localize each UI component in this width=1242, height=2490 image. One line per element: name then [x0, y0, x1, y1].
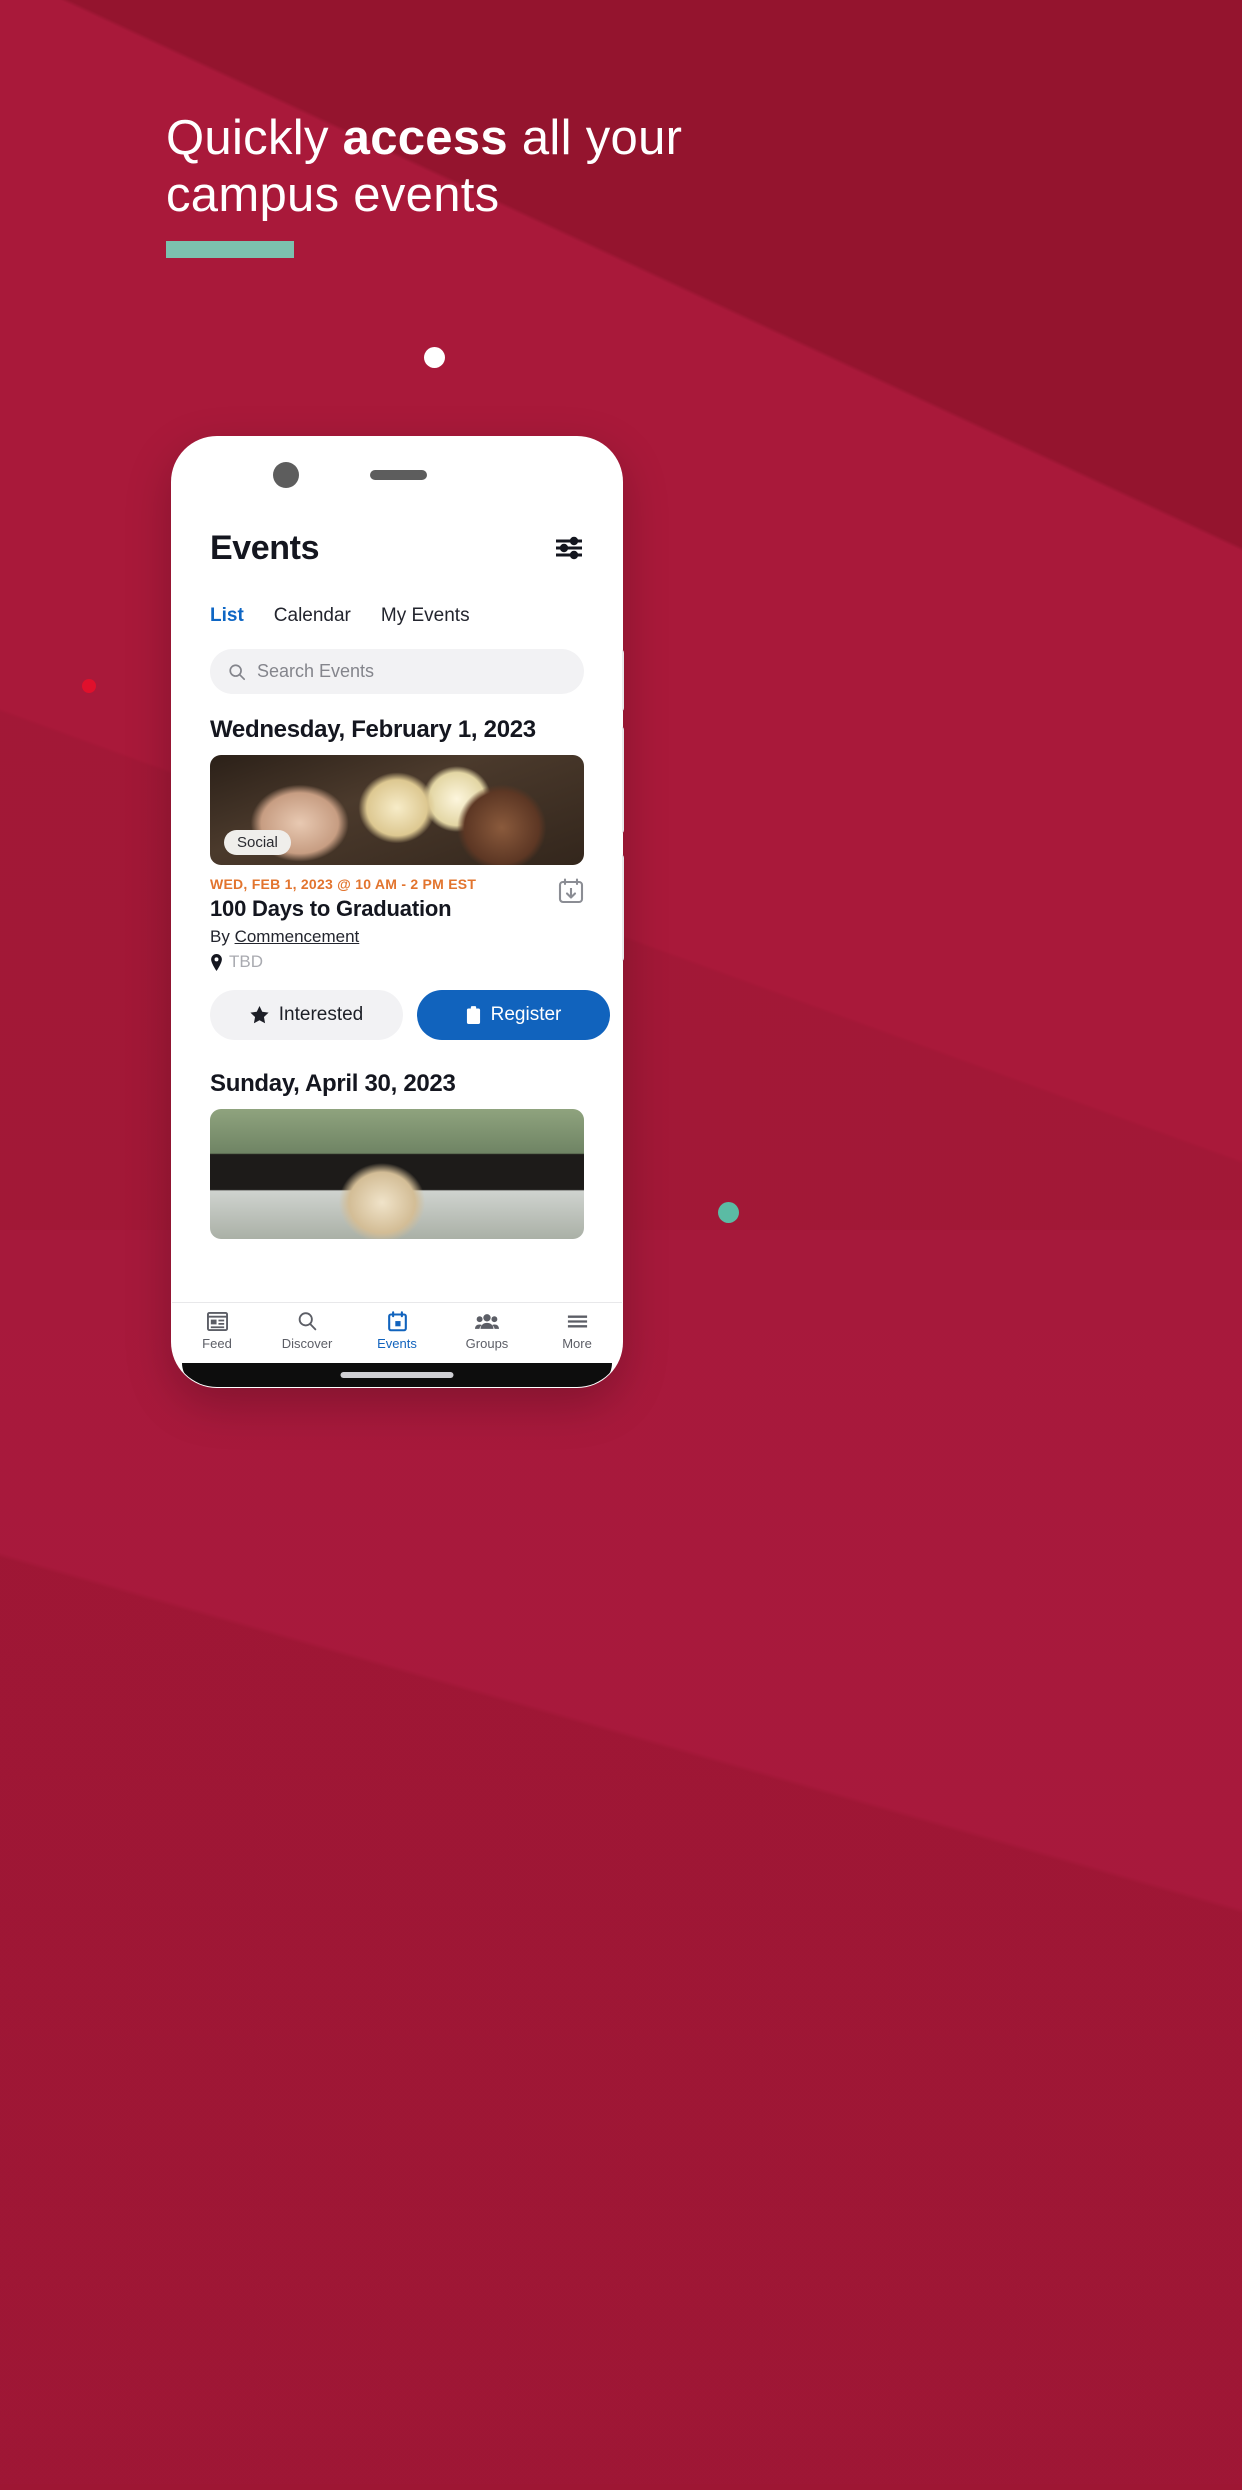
event-location-text: TBD [229, 952, 263, 971]
decorative-dot-teal [718, 1202, 739, 1223]
feed-icon [206, 1311, 228, 1332]
phone-mockup: Events List Calendar My Events Search Ev… [171, 436, 624, 1388]
promo-headline: Quickly access all your campus events [166, 110, 786, 224]
event-image-2 [210, 1109, 584, 1239]
calendar-icon [387, 1311, 407, 1332]
event-card-2[interactable] [172, 1099, 622, 1239]
nav-item-feed[interactable]: Feed [172, 1311, 262, 1351]
nav-item-more[interactable]: More [532, 1311, 622, 1351]
search-section: Search Events [172, 627, 622, 694]
event-card-1[interactable]: Social WED, FEB 1, 2023 @ 10 AM - 2 PM E… [172, 745, 622, 1040]
nav-label-more: More [562, 1336, 592, 1351]
app-header: Events [172, 513, 622, 583]
event-title: 100 Days to Graduation [210, 896, 452, 921]
front-camera-icon [273, 462, 299, 488]
date-heading-1: Wednesday, February 1, 2023 [210, 716, 536, 743]
nav-label-groups: Groups [465, 1336, 509, 1351]
event-organizer-prefix: By [210, 927, 235, 946]
clipboard-icon [466, 1005, 480, 1024]
interested-label: Interested [278, 1004, 364, 1025]
page-title: Events [210, 528, 320, 567]
event-datetime: WED, FEB 1, 2023 @ 10 AM - 2 PM EST [210, 876, 477, 892]
search-input[interactable]: Search Events [210, 649, 584, 694]
phone-notch-bar [172, 437, 622, 513]
tab-list[interactable]: List [210, 605, 244, 627]
nav-label-discover: Discover [281, 1336, 333, 1351]
search-icon [298, 1312, 316, 1331]
nav-item-discover[interactable]: Discover [262, 1311, 352, 1351]
register-label: Register [490, 1004, 562, 1025]
tab-bar: List Calendar My Events [172, 583, 622, 627]
earpiece-speaker [370, 470, 427, 480]
sliders-filter-icon[interactable] [554, 535, 584, 561]
event-organizer: By Commencement [210, 927, 476, 947]
star-icon [250, 1006, 269, 1024]
event-organizer-link[interactable]: Commencement [235, 927, 360, 946]
event-image: Social [210, 755, 584, 865]
register-button[interactable]: Register [417, 990, 610, 1040]
search-placeholder-text: Search Events [257, 661, 375, 681]
event-location: TBD [210, 952, 476, 972]
calendar-download-icon[interactable] [558, 878, 584, 904]
headline-text-part1: Quickly [166, 111, 343, 165]
home-indicator[interactable] [340, 1372, 454, 1378]
people-icon [475, 1314, 499, 1329]
tab-calendar[interactable]: Calendar [274, 605, 351, 627]
decorative-dot-red [82, 679, 96, 693]
decorative-dot-white [424, 347, 445, 368]
location-pin-icon [211, 953, 222, 971]
event-meta: WED, FEB 1, 2023 @ 10 AM - 2 PM EST 100 … [210, 865, 584, 972]
headline-text-bold: access [342, 111, 508, 165]
nav-item-events[interactable]: Events [352, 1311, 442, 1351]
nav-label-events: Events [377, 1336, 417, 1351]
headline-accent-bar [166, 241, 294, 258]
background-diagonal-bottom [0, 1230, 1242, 2490]
phone-screen: Events List Calendar My Events Search Ev… [172, 437, 622, 1387]
event-info: WED, FEB 1, 2023 @ 10 AM - 2 PM EST 100 … [210, 876, 476, 972]
nav-label-feed: Feed [202, 1336, 232, 1351]
hamburger-icon [567, 1315, 587, 1328]
interested-button[interactable]: Interested [210, 990, 403, 1040]
event-actions: Interested Register [210, 972, 610, 1040]
tab-my-events[interactable]: My Events [381, 605, 470, 627]
date-heading-2: Sunday, April 30, 2023 [210, 1070, 456, 1097]
nav-item-groups[interactable]: Groups [442, 1311, 532, 1351]
event-category-badge: Social [224, 830, 291, 855]
search-icon [229, 663, 246, 680]
